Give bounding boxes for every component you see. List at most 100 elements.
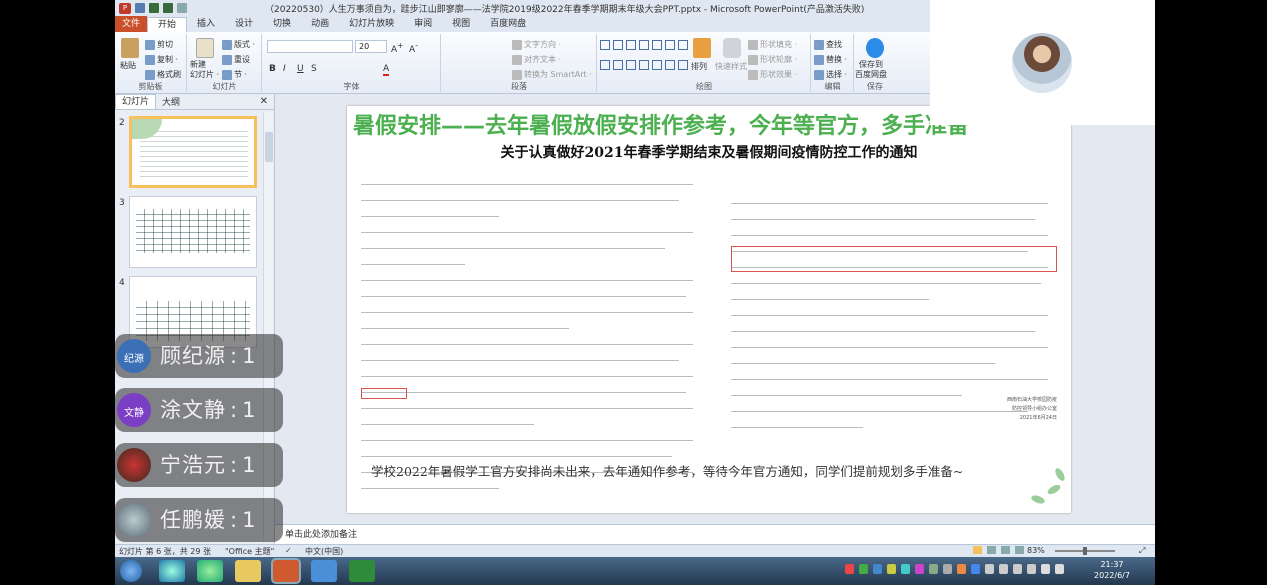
customize-icon[interactable] <box>177 2 187 13</box>
grow-font-button[interactable]: A+ <box>391 41 403 55</box>
layout-button[interactable]: 版式 · <box>222 39 255 50</box>
font-size-combo[interactable]: 20 <box>355 40 387 53</box>
tab-animations[interactable]: 动画 <box>301 17 339 32</box>
tab-home[interactable]: 开始 <box>147 17 188 32</box>
tray-icon[interactable] <box>957 564 966 574</box>
volume-icon[interactable] <box>1055 564 1064 574</box>
shape-icon[interactable] <box>626 60 636 70</box>
slide-caption[interactable]: 学校2022年暑假学工官方安排尚未出来，去年通知作参考，等待今年官方通知，同学们… <box>371 461 963 480</box>
tray-icon[interactable] <box>943 564 952 574</box>
taskbar-explorer-icon[interactable] <box>235 560 261 582</box>
shape-icon[interactable] <box>652 40 662 50</box>
scrollbar-thumb[interactable] <box>265 132 273 162</box>
current-slide[interactable]: 暑假安排——去年暑假放假安排作参考，今年等官方，多手准备 关于认真做好2021年… <box>347 106 1071 513</box>
save-to-netdisk-button[interactable]: 保存到 百度网盘 <box>855 60 887 80</box>
shape-icon[interactable] <box>665 40 675 50</box>
slide-thumbnail[interactable] <box>129 116 257 188</box>
arrange-icon[interactable] <box>693 38 711 58</box>
quick-styles-button[interactable]: 快速样式 <box>715 61 747 72</box>
shape-fill-button[interactable]: 形状填充 · <box>748 39 797 50</box>
tray-icon[interactable] <box>929 564 938 574</box>
slide-title[interactable]: 暑假安排——去年暑假放假安排作参考，今年等官方，多手准备 <box>353 108 969 140</box>
tray-icon[interactable] <box>873 564 882 574</box>
quick-styles-icon[interactable] <box>723 38 741 58</box>
start-button-icon[interactable] <box>120 560 142 582</box>
tab-outline[interactable]: 大纲 <box>156 95 186 108</box>
smartart-button[interactable]: 转换为 SmartArt · <box>512 69 592 80</box>
shape-effects-button[interactable]: 形状效果 · <box>748 69 797 80</box>
shape-outline-button[interactable]: 形状轮廓 · <box>748 54 797 65</box>
slide-thumbnail[interactable] <box>129 196 257 268</box>
tray-icon[interactable] <box>971 564 980 574</box>
tray-icon[interactable] <box>845 564 854 574</box>
taskbar-excel-icon[interactable] <box>349 560 375 582</box>
tray-icon[interactable] <box>999 564 1008 574</box>
tab-slideshow[interactable]: 幻灯片放映 <box>339 17 404 32</box>
italic-button[interactable]: I <box>283 64 286 74</box>
shape-icon[interactable] <box>600 60 610 70</box>
tray-icon[interactable] <box>901 564 910 574</box>
arrange-button[interactable]: 排列 <box>691 61 707 72</box>
shape-icon[interactable] <box>652 60 662 70</box>
tab-review[interactable]: 审阅 <box>404 17 442 32</box>
copy-button[interactable]: 复制 · <box>145 54 178 65</box>
spellcheck-icon[interactable]: ✓ <box>285 546 292 555</box>
taskbar-clock[interactable]: 21:37 2022/6/7 <box>1087 559 1137 581</box>
underline-button[interactable]: U <box>297 64 304 74</box>
slide-thumbnail-row[interactable]: 3 <box>115 196 260 270</box>
find-button[interactable]: 查找 <box>814 39 842 50</box>
tray-icon[interactable] <box>887 564 896 574</box>
shape-icon[interactable] <box>613 60 623 70</box>
tab-design[interactable]: 设计 <box>225 17 263 32</box>
bold-button[interactable]: B <box>269 64 276 74</box>
tray-icon[interactable] <box>985 564 994 574</box>
zoom-level[interactable]: 83% <box>1027 546 1045 555</box>
font-color-button[interactable]: A <box>383 64 390 76</box>
select-button[interactable]: 选择 · <box>814 69 847 80</box>
close-icon[interactable]: ✕ <box>260 96 268 107</box>
tab-baidu-netdisk[interactable]: 百度网盘 <box>480 17 536 32</box>
shape-icon[interactable] <box>613 40 623 50</box>
tray-icon[interactable] <box>859 564 868 574</box>
replace-button[interactable]: 替换 · <box>814 54 847 65</box>
slide-thumbnail-row[interactable]: 2 <box>115 116 260 190</box>
format-painter-button[interactable]: 格式刷 <box>145 69 181 80</box>
paste-button[interactable]: 粘贴 <box>120 60 136 71</box>
taskbar-app-icon[interactable] <box>311 560 337 582</box>
shape-icon[interactable] <box>626 40 636 50</box>
new-slide-icon[interactable] <box>196 38 214 58</box>
new-slide-button[interactable]: 新建 幻灯片 · <box>190 60 219 80</box>
powerpoint-logo-icon[interactable]: P <box>119 2 131 14</box>
font-family-combo[interactable] <box>267 40 353 53</box>
shrink-font-button[interactable]: A- <box>409 41 418 55</box>
baidu-netdisk-icon[interactable] <box>866 38 884 58</box>
taskbar-app-icon[interactable] <box>197 560 223 582</box>
shape-icon[interactable] <box>639 60 649 70</box>
save-icon[interactable] <box>135 2 145 13</box>
taskbar-powerpoint-icon[interactable] <box>273 560 299 582</box>
fit-window-icon[interactable]: ⤢ <box>1139 546 1145 556</box>
text-direction-button[interactable]: 文字方向 · <box>512 39 561 50</box>
redo-icon[interactable] <box>163 2 173 13</box>
taskbar-app-icon[interactable] <box>159 560 185 582</box>
notes-pane[interactable]: 单击此处添加备注 <box>275 524 1155 544</box>
paste-icon[interactable] <box>121 38 139 58</box>
reading-view-icon[interactable] <box>1001 546 1010 554</box>
shape-icon[interactable] <box>678 60 688 70</box>
network-icon[interactable] <box>1041 564 1050 574</box>
cut-button[interactable]: 剪切 <box>145 39 173 50</box>
slideshow-view-icon[interactable] <box>1015 546 1024 554</box>
reset-button[interactable]: 重设 <box>222 54 250 65</box>
strikethrough-button[interactable]: S <box>311 64 317 74</box>
shapes-gallery[interactable] <box>600 40 688 78</box>
zoom-slider[interactable] <box>1055 547 1115 555</box>
shape-icon[interactable] <box>665 60 675 70</box>
shape-icon[interactable] <box>678 40 688 50</box>
tab-transitions[interactable]: 切换 <box>263 17 301 32</box>
tray-icon[interactable] <box>1013 564 1022 574</box>
zoom-slider-knob[interactable] <box>1083 547 1087 555</box>
tab-file[interactable]: 文件 <box>115 16 147 32</box>
align-text-button[interactable]: 对齐文本 · <box>512 54 561 65</box>
normal-view-icon[interactable] <box>973 546 982 554</box>
undo-icon[interactable] <box>149 2 159 13</box>
